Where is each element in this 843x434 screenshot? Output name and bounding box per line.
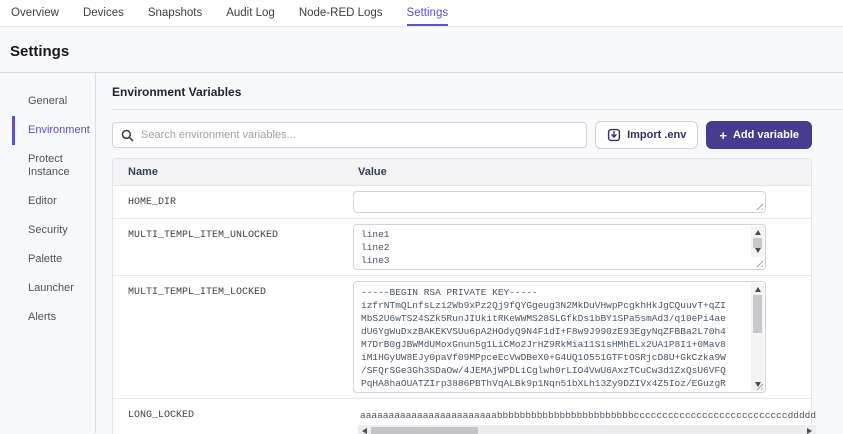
instance-tab-bar: Overview Devices Snapshots Audit Log Nod… — [0, 0, 843, 27]
add-variable-label: Add variable — [732, 129, 799, 141]
table-row: HOME_DIR — [113, 186, 811, 219]
search-box[interactable] — [112, 122, 588, 148]
table-header-row: Name Value — [113, 159, 811, 186]
sidebar-item-security[interactable]: Security — [12, 216, 95, 245]
table-row: LONG_LOCKED aaaaaaaaaaaaaaaaaaaaaaaabbbb… — [113, 399, 817, 434]
scroll-down-icon[interactable] — [754, 248, 761, 253]
scroll-up-icon[interactable] — [754, 230, 761, 235]
tab-overview[interactable]: Overview — [11, 0, 59, 26]
tab-snapshots[interactable]: Snapshots — [148, 0, 202, 26]
table-row: MULTI_TEMPL_ITEM_LOCKED -----BEGIN RSA P… — [113, 276, 811, 399]
import-env-button[interactable]: Import .env — [595, 121, 699, 149]
page-header: Settings — [0, 27, 843, 72]
tab-devices[interactable]: Devices — [83, 0, 124, 26]
textarea-text: -----BEGIN RSA PRIVATE KEY----- izfrNTmQ… — [361, 287, 726, 389]
column-header-value: Value — [358, 166, 387, 178]
sidebar-item-editor[interactable]: Editor — [12, 187, 95, 216]
scroll-up-icon[interactable] — [754, 287, 761, 292]
sidebar-item-general[interactable]: General — [12, 87, 95, 116]
multi-templ-item-locked-textarea[interactable]: -----BEGIN RSA PRIVATE KEY----- izfrNTmQ… — [353, 281, 766, 393]
horizontal-scrollbar[interactable] — [358, 425, 817, 434]
env-var-name: MULTI_TEMPL_ITEM_UNLOCKED — [128, 230, 279, 241]
sidebar-item-palette[interactable]: Palette — [12, 245, 95, 274]
scrollbar-thumb[interactable] — [371, 427, 478, 434]
scroll-right-icon[interactable] — [807, 428, 813, 434]
scrollbar-thumb[interactable] — [753, 295, 762, 333]
vertical-scrollbar[interactable] — [751, 283, 764, 391]
textarea-text — [354, 192, 765, 212]
env-var-name: HOME_DIR — [128, 197, 177, 208]
section-title: Environment Variables — [112, 85, 843, 110]
env-var-value-cell: line1 line2 line3 line4 — [353, 219, 811, 275]
table-row: MULTI_TEMPL_ITEM_UNLOCKED line1 line2 li… — [113, 219, 811, 276]
env-var-value-cell: -----BEGIN RSA PRIVATE KEY----- izfrNTmQ… — [353, 276, 811, 398]
scroll-left-icon[interactable] — [362, 428, 367, 434]
home-dir-value-textarea[interactable] — [353, 191, 766, 213]
add-variable-button[interactable]: + Add variable — [706, 121, 812, 149]
textarea-text: line1 line2 line3 line4 — [361, 229, 390, 269]
tab-settings[interactable]: Settings — [406, 0, 449, 26]
scrollbar-thumb[interactable] — [753, 238, 762, 248]
env-var-value-cell: aaaaaaaaaaaaaaaaaaaaaaaabbbbbbbbbbbbbbbb… — [358, 399, 843, 434]
sidebar-item-alerts[interactable]: Alerts — [12, 303, 95, 332]
import-env-label: Import .env — [627, 129, 687, 141]
sidebar-item-launcher[interactable]: Launcher — [12, 274, 95, 303]
plus-icon: + — [719, 127, 727, 143]
env-toolbar: Import .env + Add variable — [112, 121, 812, 149]
tab-audit-log[interactable]: Audit Log — [226, 0, 275, 26]
long-locked-value-text: aaaaaaaaaaaaaaaaaaaaaaaabbbbbbbbbbbbbbbb… — [360, 410, 817, 421]
sidebar-item-protect-instance[interactable]: Protect Instance — [12, 145, 95, 187]
vertical-scrollbar[interactable] — [751, 226, 764, 257]
env-var-value-cell — [353, 186, 811, 218]
tab-node-red-logs[interactable]: Node-RED Logs — [299, 0, 383, 26]
search-input[interactable] — [141, 129, 579, 141]
env-variables-table: Name Value HOME_DIR MULTI_TEMPL_ITEM_UNL… — [112, 158, 817, 434]
settings-sidebar: General Environment Protect Instance Edi… — [0, 73, 96, 433]
env-var-name: MULTI_TEMPL_ITEM_LOCKED — [128, 287, 267, 298]
environment-panel: Environment Variables Import .env + Add … — [96, 73, 843, 434]
multi-templ-item-unlocked-textarea[interactable]: line1 line2 line3 line4 — [353, 224, 766, 270]
env-var-name: LONG_LOCKED — [128, 410, 195, 421]
import-env-file-icon — [607, 128, 621, 142]
column-header-name: Name — [128, 166, 158, 178]
sidebar-item-environment[interactable]: Environment — [12, 116, 95, 145]
search-icon — [121, 129, 134, 142]
page-title: Settings — [10, 43, 70, 60]
